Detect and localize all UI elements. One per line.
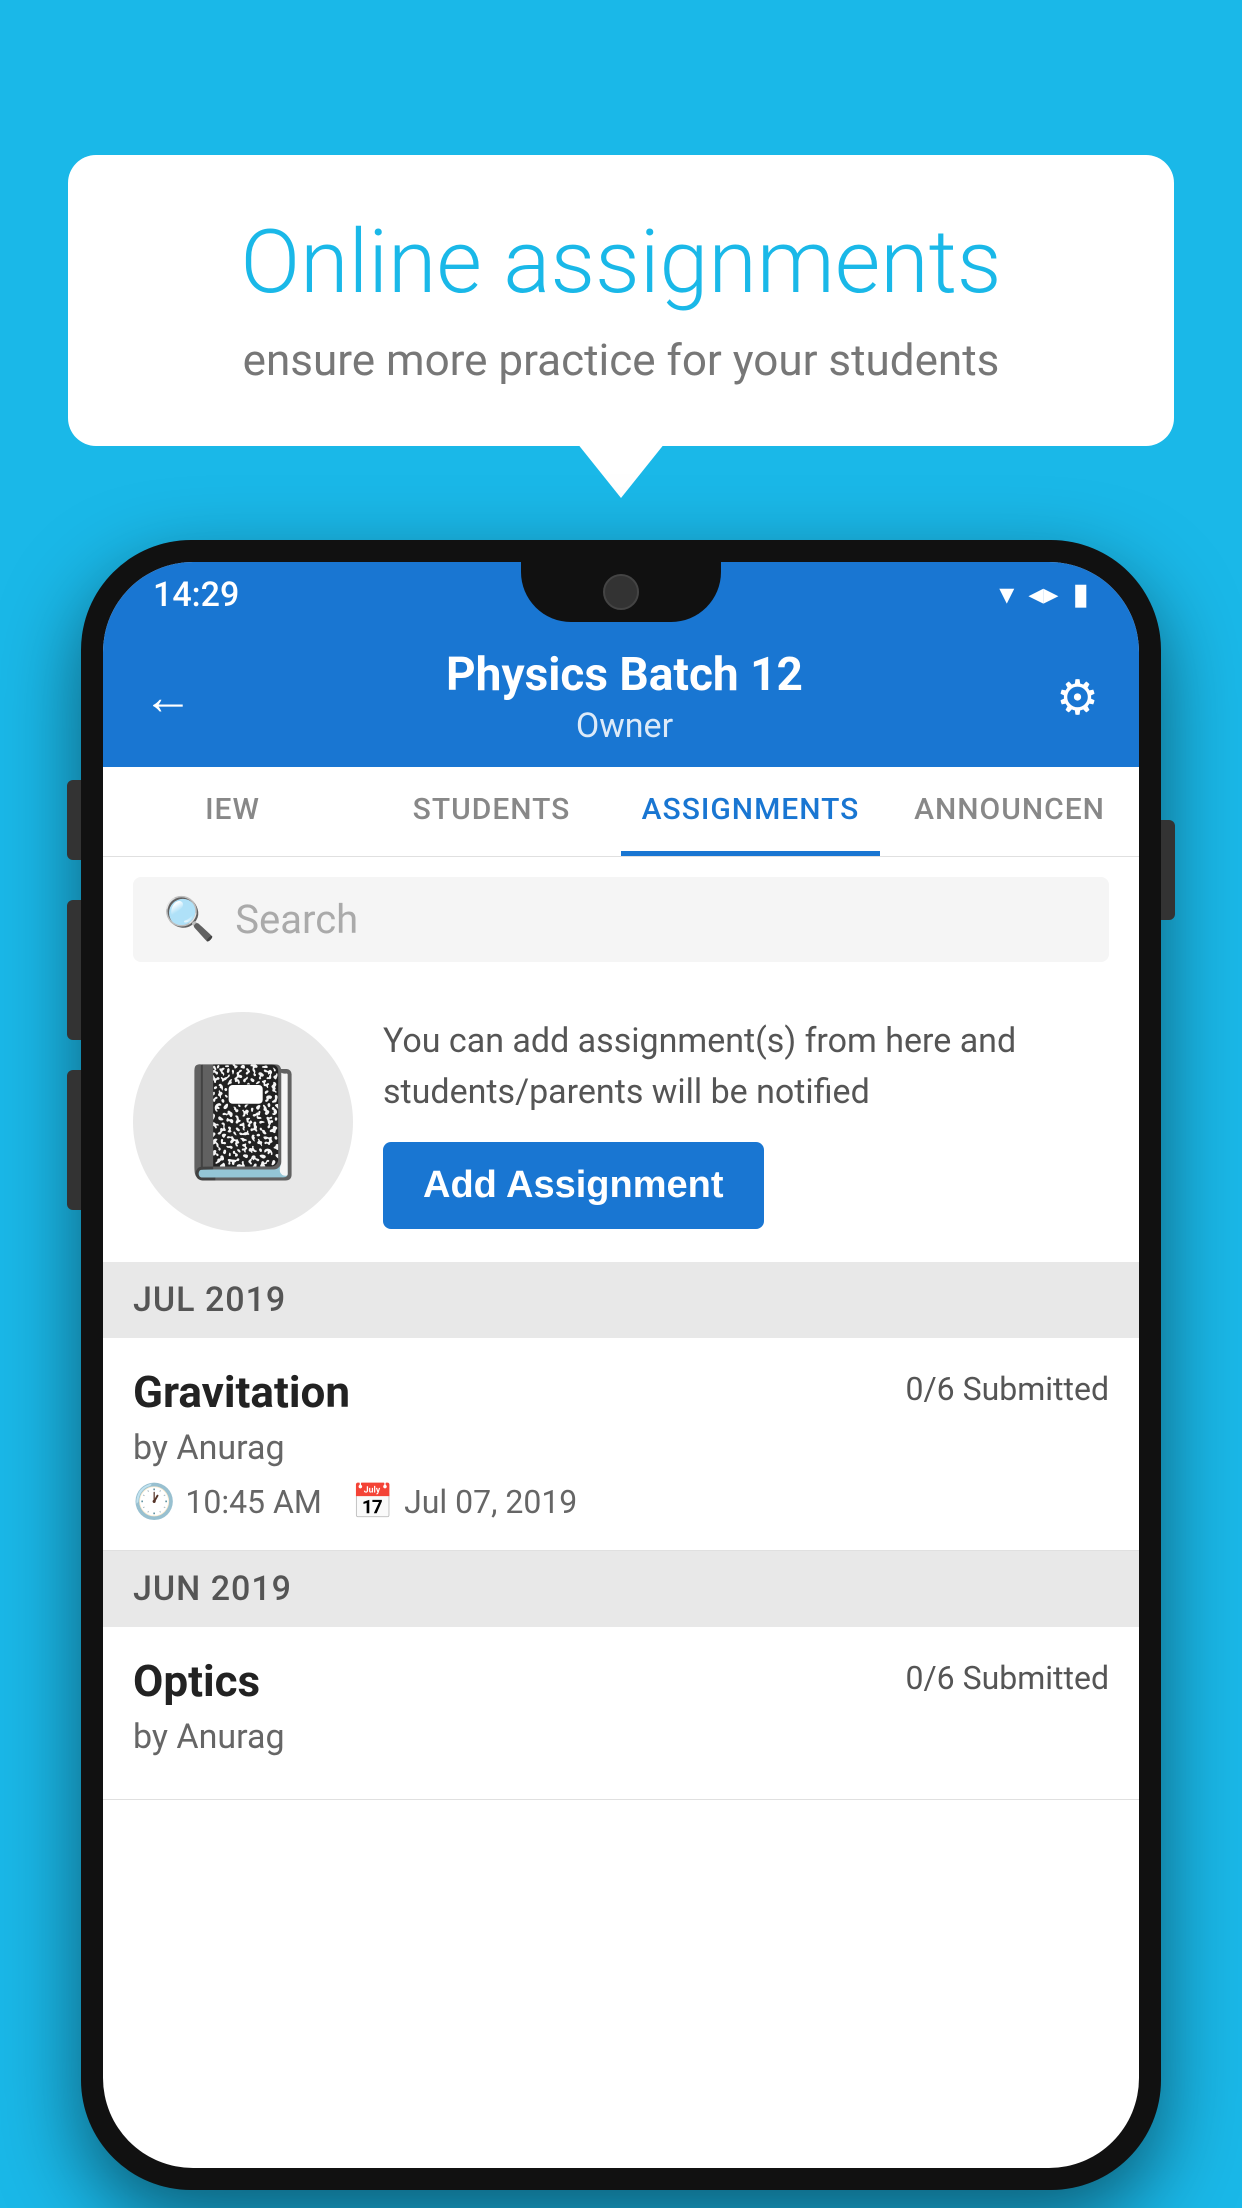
clock-icon: 🕐 <box>133 1482 175 1522</box>
app-header: ← Physics Batch 12 Owner ⚙ <box>103 627 1139 767</box>
assignment-item-optics[interactable]: Optics 0/6 Submitted by Anurag <box>103 1627 1139 1800</box>
tab-iew[interactable]: IEW <box>103 767 362 856</box>
notebook-icon: 📓 <box>175 1058 312 1187</box>
assignment-title-optics: Optics <box>133 1655 260 1707</box>
tab-bar: IEW STUDENTS ASSIGNMENTS ANNOUNCEN <box>103 767 1139 857</box>
phone-mockup: 14:29 ▾ ◂▸ ▮ ← Physics Batch 12 Owner ⚙ <box>81 540 1161 2190</box>
volume-down-button <box>67 900 81 1040</box>
camera-button <box>67 1070 81 1210</box>
assignment-date-meta: 📅 Jul 07, 2019 <box>352 1482 578 1522</box>
speech-bubble: Online assignments ensure more practice … <box>68 155 1174 446</box>
signal-icon: ◂▸ <box>1028 577 1058 612</box>
assignment-submitted-gravitation: 0/6 Submitted <box>905 1370 1109 1408</box>
speech-bubble-container: Online assignments ensure more practice … <box>68 155 1174 446</box>
battery-icon: ▮ <box>1072 577 1089 612</box>
header-title: Physics Batch 12 <box>446 648 803 702</box>
wifi-icon: ▾ <box>999 577 1014 612</box>
header-subtitle: Owner <box>446 706 803 746</box>
add-assignment-button[interactable]: Add Assignment <box>383 1142 764 1229</box>
status-icons: ▾ ◂▸ ▮ <box>999 577 1089 612</box>
section-header-jul: JUL 2019 <box>103 1262 1139 1338</box>
assignment-date: Jul 07, 2019 <box>404 1483 577 1521</box>
header-title-area: Physics Batch 12 Owner <box>446 648 803 746</box>
speech-bubble-subtitle: ensure more practice for your students <box>138 334 1104 386</box>
section-header-jun: JUN 2019 <box>103 1551 1139 1627</box>
phone-content: 🔍 Search 📓 You can add assignment(s) fro… <box>103 857 1139 2168</box>
search-icon: 🔍 <box>163 895 215 944</box>
search-bar[interactable]: 🔍 Search <box>133 877 1109 962</box>
assignment-item-gravitation[interactable]: Gravitation 0/6 Submitted by Anurag 🕐 10… <box>103 1338 1139 1551</box>
assignment-author-optics: by Anurag <box>133 1717 1109 1757</box>
volume-up-button <box>67 780 81 860</box>
promo-icon-circle: 📓 <box>133 1012 353 1232</box>
search-container: 🔍 Search <box>103 857 1139 982</box>
promo-text: You can add assignment(s) from here and … <box>383 1016 1109 1118</box>
assignment-title-gravitation: Gravitation <box>133 1366 350 1418</box>
tab-announcements[interactable]: ANNOUNCEN <box>880 767 1139 856</box>
assignment-meta-gravitation: 🕐 10:45 AM 📅 Jul 07, 2019 <box>133 1482 1109 1522</box>
assignment-item-header: Gravitation 0/6 Submitted <box>133 1366 1109 1418</box>
phone-screen: 14:29 ▾ ◂▸ ▮ ← Physics Batch 12 Owner ⚙ <box>103 562 1139 2168</box>
assignment-author-gravitation: by Anurag <box>133 1428 1109 1468</box>
tab-students[interactable]: STUDENTS <box>362 767 621 856</box>
status-time: 14:29 <box>153 575 239 615</box>
speech-bubble-title: Online assignments <box>138 215 1104 312</box>
power-button <box>1161 820 1175 920</box>
phone-notch <box>521 562 721 622</box>
assignment-time: 10:45 AM <box>185 1483 321 1521</box>
front-camera <box>603 574 639 610</box>
add-assignment-promo: 📓 You can add assignment(s) from here an… <box>103 982 1139 1262</box>
tab-assignments[interactable]: ASSIGNMENTS <box>621 767 880 856</box>
assignment-time-meta: 🕐 10:45 AM <box>133 1482 322 1522</box>
assignment-submitted-optics: 0/6 Submitted <box>905 1659 1109 1697</box>
phone-outer: 14:29 ▾ ◂▸ ▮ ← Physics Batch 12 Owner ⚙ <box>81 540 1161 2190</box>
search-placeholder: Search <box>235 896 358 943</box>
settings-icon[interactable]: ⚙ <box>1056 669 1099 726</box>
assignment-item-header-optics: Optics 0/6 Submitted <box>133 1655 1109 1707</box>
promo-right: You can add assignment(s) from here and … <box>383 1016 1109 1229</box>
back-button[interactable]: ← <box>143 668 193 727</box>
calendar-icon: 📅 <box>352 1482 394 1522</box>
